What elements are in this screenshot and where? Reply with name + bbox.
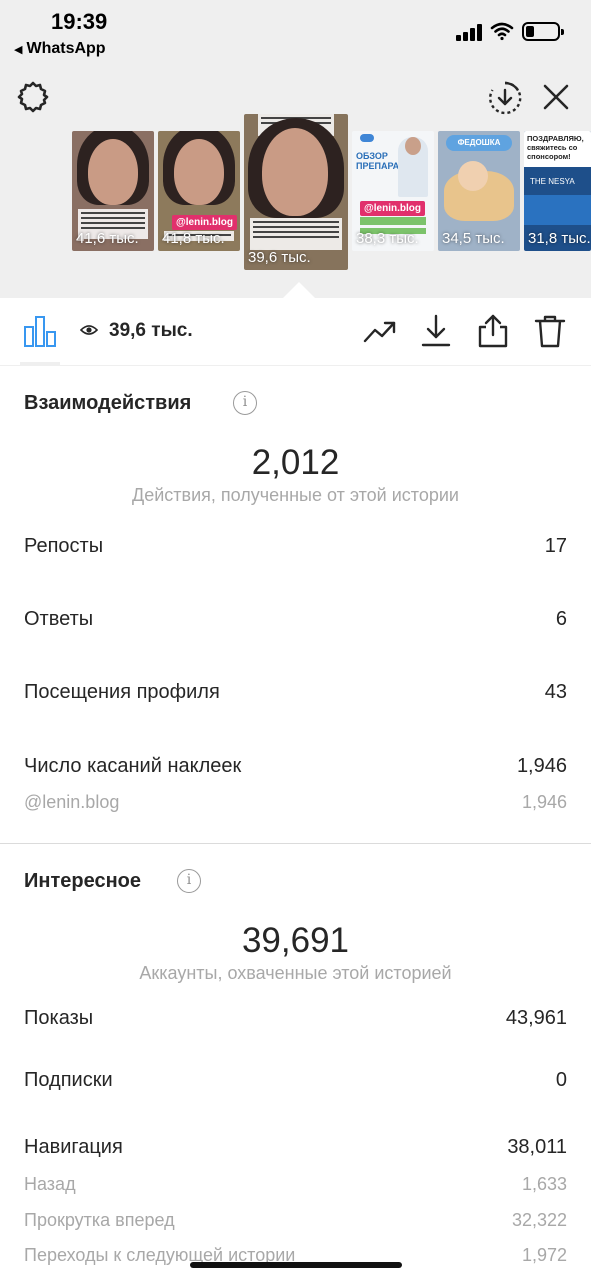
interactions-total: 2,012	[251, 443, 340, 482]
story-thumbnail[interactable]: @lenin.blog 41,8 тыс.	[158, 131, 240, 251]
home-indicator[interactable]	[190, 1262, 402, 1268]
discovery-total: 39,691	[241, 921, 350, 960]
nav-back-label: Назад	[24, 1174, 76, 1194]
discovery-heading: Интересное	[24, 870, 141, 892]
sticker-taps-value: 1,946	[516, 755, 567, 777]
story-thumbnail[interactable]: ПОЗДРАВЛЯЮ, свяжитесь со спонсором! THE …	[524, 131, 591, 251]
thumb-views: 38,3 тыс.	[356, 230, 419, 247]
delete-trash-icon[interactable]	[532, 313, 568, 349]
nav-forward-label: Прокрутка вперед	[24, 1210, 175, 1230]
active-tab-underline	[20, 362, 60, 365]
story-thumbnail[interactable]: ФЕДОШКА 34,5 тыс.	[438, 131, 520, 251]
navigation-value: 38,011	[507, 1136, 567, 1158]
sticker-taps-label: Число касаний наклеек	[24, 755, 242, 777]
follows-label: Подписки	[24, 1069, 113, 1091]
interactions-caption: Действия, полученные от этой истории	[132, 485, 459, 505]
section-divider	[0, 843, 591, 844]
replies-value: 6	[555, 608, 567, 630]
status-time: 19:39	[51, 9, 108, 34]
discovery-caption: Аккаунты, охваченные этой историей	[139, 963, 452, 983]
back-triangle-icon: ◀	[14, 44, 23, 56]
follows-value: 0	[555, 1069, 567, 1091]
views-count: 39,6 тыс.	[109, 320, 193, 341]
nav-back-value: 1,633	[521, 1174, 567, 1194]
profile-visits-value: 43	[544, 681, 567, 703]
insights-toolbar: 39,6 тыс.	[0, 298, 591, 366]
navigation-label: Навигация	[24, 1136, 123, 1158]
thumb-views: 39,6 тыс.	[248, 249, 311, 266]
sticker-mention-label[interactable]: @lenin.blog	[24, 792, 119, 813]
thumb-views: 31,8 тыс.	[528, 230, 591, 247]
download-icon[interactable]	[418, 313, 454, 349]
story-thumbnails-strip: 41,6 тыс. @lenin.blog 41,8 тыс. 39,6 тыс…	[0, 108, 591, 274]
battery-icon	[522, 22, 564, 41]
eye-icon	[80, 325, 98, 335]
info-icon[interactable]: i	[177, 869, 201, 893]
profile-visits-label: Посещения профиля	[24, 681, 220, 703]
shares-label: Репосты	[24, 535, 104, 557]
impressions-value: 43,961	[505, 1007, 567, 1029]
wifi-icon	[490, 22, 514, 41]
share-icon[interactable]	[475, 313, 511, 349]
signal-icon	[456, 23, 484, 41]
impressions-label: Показы	[24, 1007, 94, 1029]
story-thumbnail[interactable]: 41,6 тыс.	[72, 131, 154, 251]
selected-pointer	[283, 282, 315, 298]
replies-label: Ответы	[24, 608, 94, 630]
back-app-label: WhatsApp	[26, 40, 106, 57]
story-header: 19:39 ◀ WhatsApp 41,6 тыс. @lenin.blog 4…	[0, 0, 591, 298]
thumb-views: 41,6 тыс.	[76, 230, 139, 247]
shares-value: 17	[544, 535, 567, 557]
thumb-views: 41,8 тыс.	[162, 230, 225, 247]
insights-bar-chart-icon[interactable]	[23, 315, 57, 347]
promote-trend-icon[interactable]	[362, 313, 398, 349]
nav-forward-value: 32,322	[511, 1210, 567, 1230]
info-icon[interactable]: i	[233, 391, 257, 415]
sticker-mention-value: 1,946	[521, 792, 567, 812]
back-to-app-link[interactable]: ◀ WhatsApp	[14, 40, 106, 58]
story-thumbnail-selected[interactable]: 39,6 тыс.	[244, 114, 348, 270]
nav-next-story-value: 1,972	[521, 1245, 567, 1265]
interactions-heading: Взаимодействия	[24, 392, 192, 414]
story-thumbnail[interactable]: ОБЗОР ПРЕПАРАТА @lenin.blog 38,3 тыс.	[352, 131, 434, 251]
thumb-views: 34,5 тыс.	[442, 230, 505, 247]
